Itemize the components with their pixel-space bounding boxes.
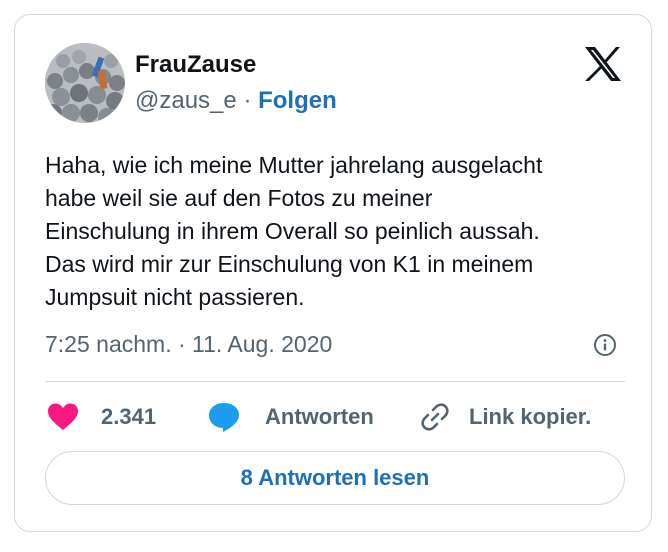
divider: [45, 381, 625, 382]
tweet-text: Haha, wie ich meine Mutter jahrelang aus…: [45, 149, 625, 314]
follow-button[interactable]: Folgen: [258, 87, 337, 114]
like-button[interactable]: 2.341: [47, 399, 156, 435]
info-icon[interactable]: [593, 333, 617, 357]
avatar[interactable]: [45, 43, 125, 123]
author-handle-row: @zaus_e · Folgen: [135, 87, 337, 115]
tweet-line: Jumpsuit nicht passieren.: [45, 284, 305, 310]
read-replies-button[interactable]: 8 Antworten lesen: [45, 451, 625, 505]
tweet-line: Haha, wie ich meine Mutter jahrelang aus…: [45, 152, 543, 178]
like-count: 2.341: [101, 404, 157, 429]
author-name[interactable]: FrauZause: [135, 51, 256, 79]
tweet-line: habe weil sie auf den Fotos zu meiner: [45, 185, 433, 211]
reply-label: Antworten: [265, 404, 374, 429]
separator: ·: [243, 87, 252, 114]
copy-link-label: Link kopier.: [469, 404, 592, 429]
speech-bubble-icon: [209, 403, 239, 432]
reply-button[interactable]: Antworten: [207, 399, 374, 435]
copy-link-button[interactable]: Link kopier.: [419, 399, 591, 435]
x-logo-icon[interactable]: [583, 45, 623, 83]
author-handle[interactable]: @zaus_e: [135, 87, 237, 114]
link-icon: [421, 403, 449, 431]
tweet-line: Das wird mir zur Einschulung von K1 in m…: [45, 251, 534, 277]
tweet-line: Einschulung in ihrem Overall so peinlich…: [45, 218, 540, 244]
tweet-card: FrauZause @zaus_e · Folgen Haha, wie ich…: [14, 14, 652, 532]
tweet-timestamp[interactable]: 7:25 nachm. · 11. Aug. 2020: [45, 331, 332, 358]
heart-icon: [48, 403, 78, 430]
